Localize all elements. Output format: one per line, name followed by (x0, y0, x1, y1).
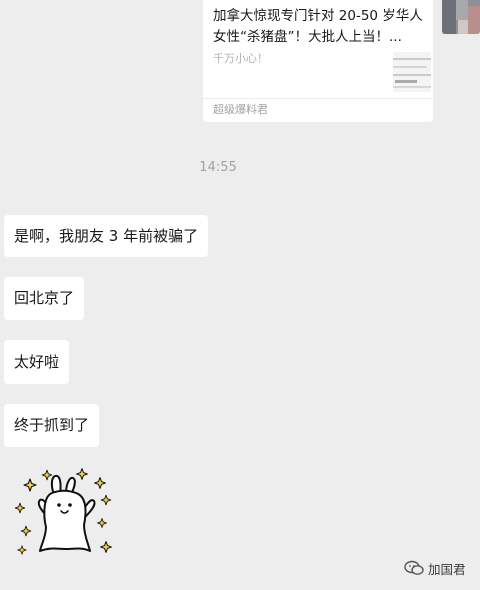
message-text: 太好啦 (14, 353, 60, 371)
message-text: 是啊，我朋友 3 年前被骗了 (14, 227, 199, 245)
message-text: 终于抓到了 (14, 416, 90, 434)
article-description: 千万小心！ (213, 52, 268, 65)
message-bubble[interactable]: 是啊，我朋友 3 年前被骗了 (4, 215, 209, 257)
article-body: 千万小心！ (213, 48, 431, 94)
bunny-sparkle-sticker[interactable] (10, 463, 118, 561)
article-source: 超级爆料君 (203, 98, 433, 122)
message-bubble[interactable]: 回北京了 (4, 277, 85, 320)
watermark-text: 加国君 (428, 561, 466, 577)
message-bubble[interactable]: 太好啦 (4, 340, 70, 384)
message-text: 回北京了 (14, 289, 75, 307)
message-timestamp: 14:55 (199, 160, 237, 175)
watermark: 加国君 (404, 558, 466, 578)
article-title: 加拿大惊现专门针对 20-50 岁华人女性“杀猪盘”！大批人上当！... (213, 8, 423, 45)
message-bubble[interactable]: 终于抓到了 (4, 404, 100, 447)
sender-avatar[interactable] (442, 0, 480, 34)
shared-article-card[interactable]: 加拿大惊现专门针对 20-50 岁华人女性“杀猪盘”！大批人上当！... 千万小… (203, 0, 433, 122)
article-thumbnail (393, 52, 431, 92)
wechat-official-account-icon (404, 560, 424, 576)
